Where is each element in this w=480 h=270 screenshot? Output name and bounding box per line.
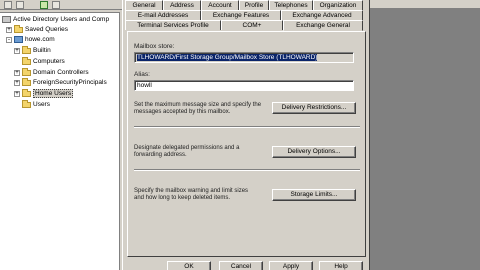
expand-icon[interactable]: +	[14, 90, 20, 97]
expand-icon[interactable]: +	[6, 26, 12, 33]
tree-item-domain-controllers[interactable]: + Domain Controllers	[14, 67, 89, 77]
tab-organization[interactable]: Organization	[313, 0, 363, 10]
up-icon[interactable]	[40, 1, 48, 9]
tab-profile[interactable]: Profile	[239, 0, 269, 10]
forward-icon[interactable]	[16, 1, 24, 9]
tree-item-computers[interactable]: Computers	[22, 56, 65, 66]
tab-row-2: E-mail Addresses Exchange Features Excha…	[125, 10, 363, 20]
tree-root[interactable]: Active Directory Users and Comp	[2, 15, 109, 24]
dialog-footer: OK Cancel Apply Help	[123, 260, 371, 270]
background-window	[370, 0, 480, 270]
delivery-options-description: Designate delegated permissions and a fo…	[134, 145, 240, 158]
tab-row-3: Terminal Services Profile COM+ Exchange …	[125, 20, 363, 31]
refresh-icon[interactable]	[52, 1, 60, 9]
folder-icon	[22, 77, 31, 86]
expand-icon[interactable]: +	[14, 79, 20, 86]
tree-item-builtin[interactable]: + Builtin	[14, 45, 51, 55]
delivery-restrictions-button[interactable]: Delivery Restrictions...	[272, 102, 356, 114]
folder-icon	[14, 24, 23, 33]
alias-field[interactable]: howll	[134, 80, 354, 91]
tree-item-label: Builtin	[33, 47, 51, 54]
user-properties-dialog: General Address Account Profile Telephon…	[122, 0, 370, 270]
tab-terminal-services-profile[interactable]: Terminal Services Profile	[125, 20, 221, 30]
folder-icon	[22, 56, 31, 65]
delivery-restrictions-description: Set the maximum message size and specify…	[134, 102, 262, 115]
tab-email-addresses[interactable]: E-mail Addresses	[125, 10, 201, 20]
folder-icon	[22, 88, 31, 97]
back-icon[interactable]	[4, 1, 12, 9]
tree-item-label: ForeignSecurityPrincipals	[33, 79, 107, 86]
tab-general[interactable]: General	[125, 0, 163, 10]
tree-item-saved-queries[interactable]: + Saved Queries	[6, 24, 68, 34]
tree-item-users[interactable]: Users	[22, 99, 50, 109]
tree-item-label: Computers	[33, 58, 65, 65]
tab-exchange-advanced[interactable]: Exchange Advanced	[281, 10, 363, 20]
expand-icon[interactable]: +	[14, 69, 20, 76]
tree-item-label: Home Users	[33, 89, 74, 98]
cancel-button[interactable]: Cancel	[219, 261, 263, 270]
console-tree[interactable]: Active Directory Users and Comp + Saved …	[0, 12, 120, 270]
tab-telephones[interactable]: Telephones	[269, 0, 313, 10]
tree-item-home-users[interactable]: + Home Users	[14, 88, 74, 98]
tab-account[interactable]: Account	[201, 0, 239, 10]
tree-item-label: Users	[33, 101, 50, 108]
apply-button[interactable]: Apply	[269, 261, 313, 270]
ok-button[interactable]: OK	[167, 261, 211, 270]
folder-icon	[22, 67, 31, 76]
tab-com-plus[interactable]: COM+	[221, 20, 283, 30]
collapse-icon[interactable]: -	[6, 36, 12, 43]
tab-exchange-general[interactable]: Exchange General	[283, 20, 363, 31]
mailbox-store-field[interactable]: TLHOWARD/First Storage Group/Mailbox Sto…	[134, 52, 354, 63]
tree-item-domain[interactable]: - howe.com	[6, 35, 55, 44]
help-button[interactable]: Help	[319, 261, 363, 270]
folder-icon	[22, 45, 31, 54]
tab-row-1: General Address Account Profile Telephon…	[125, 0, 363, 10]
folder-icon	[22, 99, 31, 108]
domain-icon	[14, 36, 23, 43]
tree-item-foreign-security-principals[interactable]: + ForeignSecurityPrincipals	[14, 77, 107, 87]
storage-limits-description: Specify the mailbox warning and limit si…	[134, 188, 249, 201]
background-header	[370, 0, 480, 9]
mailbox-store-value: TLHOWARD/First Storage Group/Mailbox Sto…	[137, 54, 318, 61]
exchange-general-page: Mailbox store: TLHOWARD/First Storage Gr…	[127, 31, 366, 257]
delivery-options-button[interactable]: Delivery Options...	[272, 146, 356, 158]
tab-address[interactable]: Address	[163, 0, 201, 10]
tab-exchange-features[interactable]: Exchange Features	[201, 10, 281, 20]
storage-limits-button[interactable]: Storage Limits...	[272, 189, 356, 201]
mmc-tree-pane: Active Directory Users and Comp + Saved …	[0, 0, 122, 270]
active-directory-icon	[2, 16, 11, 23]
expand-icon[interactable]: +	[14, 47, 20, 54]
tree-root-label: Active Directory Users and Comp	[13, 16, 110, 23]
separator	[134, 169, 360, 171]
separator	[134, 126, 360, 128]
tree-item-label: Domain Controllers	[33, 69, 89, 76]
mmc-toolbar	[0, 0, 122, 10]
tree-item-label: howe.com	[25, 36, 55, 43]
mailbox-store-label: Mailbox store:	[134, 43, 175, 50]
tree-item-label: Saved Queries	[25, 26, 68, 33]
alias-label: Alias:	[134, 71, 150, 78]
